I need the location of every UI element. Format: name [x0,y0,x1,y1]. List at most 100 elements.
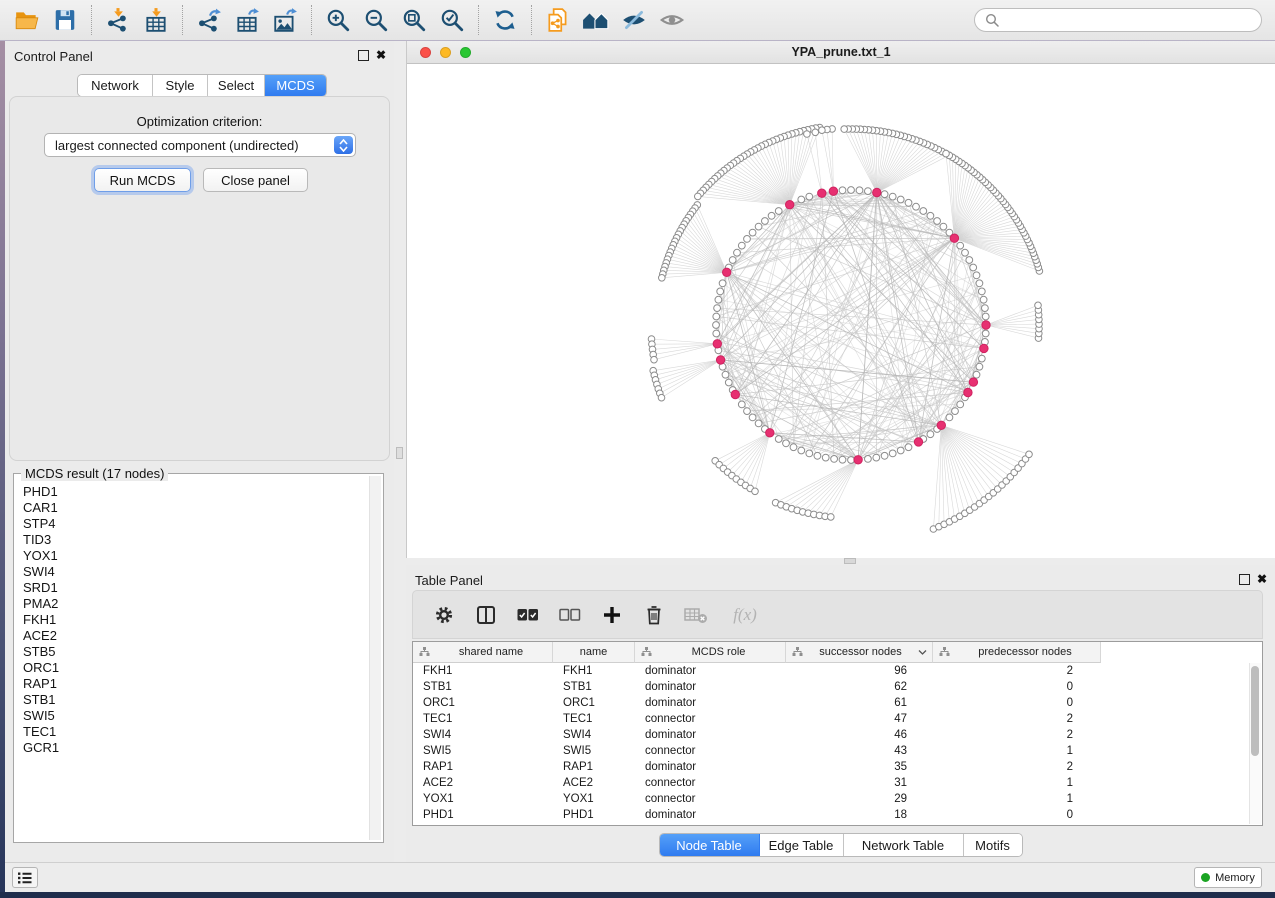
leaf-node[interactable] [1026,451,1033,458]
network-node[interactable] [725,379,732,386]
leaf-node[interactable] [812,129,819,136]
network-node[interactable] [713,322,720,329]
network-node[interactable] [775,436,782,443]
scrollbar-thumb[interactable] [1251,666,1259,756]
mcds-result-item[interactable]: PHD1 [16,484,369,500]
network-node[interactable] [957,242,964,249]
mcds-hub-node[interactable] [937,421,945,429]
leaf-node[interactable] [828,514,835,521]
mcds-result-item[interactable]: GCR1 [16,740,369,756]
network-node[interactable] [831,456,838,463]
export-image-button[interactable] [266,2,304,38]
leaf-node[interactable] [943,150,950,157]
mcds-result-item[interactable]: SWI5 [16,708,369,724]
network-node[interactable] [970,264,977,271]
tab-network[interactable]: Network [78,75,153,96]
leaf-node[interactable] [819,127,826,134]
save-session-button[interactable] [46,2,84,38]
splitter-handle[interactable] [844,558,856,564]
close-panel-button[interactable]: Close panel [203,168,308,192]
search-field[interactable] [974,8,1262,32]
tab-motifs[interactable]: Motifs [964,834,1022,856]
network-node[interactable] [978,355,985,362]
network-node[interactable] [790,444,797,451]
table-row[interactable]: ORC1ORC1dominator610 [413,695,1262,711]
column-header-shared-name[interactable]: shared name [413,642,553,663]
tab-select[interactable]: Select [208,75,265,96]
leaf-node[interactable] [651,356,658,363]
table-row[interactable]: SWI4SWI4dominator462 [413,727,1262,743]
mcds-result-item[interactable]: ORC1 [16,660,369,676]
network-node[interactable] [934,218,941,225]
network-node[interactable] [962,249,969,256]
column-header-MCDS-role[interactable]: MCDS role [635,642,786,663]
mcds-result-item[interactable]: SRD1 [16,580,369,596]
network-node[interactable] [755,223,762,230]
network-node[interactable] [856,187,863,194]
mcds-hub-node[interactable] [873,188,881,196]
show-all-button[interactable] [653,2,691,38]
tab-edge-table[interactable]: Edge Table [760,834,844,856]
network-node[interactable] [865,456,872,463]
table-row[interactable]: TEC1TEC1connector472 [413,711,1262,727]
close-panel-icon[interactable]: ✖ [376,51,386,60]
import-table-button[interactable] [137,2,175,38]
table-row[interactable]: STB1STB1dominator620 [413,679,1262,695]
network-node[interactable] [822,454,829,461]
network-node[interactable] [749,229,756,236]
mcds-result-item[interactable]: TEC1 [16,724,369,740]
network-node[interactable] [755,420,762,427]
network-node[interactable] [927,431,934,438]
export-table-button[interactable] [228,2,266,38]
network-node[interactable] [881,452,888,459]
network-node[interactable] [734,249,741,256]
mcds-list-scrollbar[interactable] [369,476,381,840]
mcds-hub-node[interactable] [980,344,988,352]
network-node[interactable] [806,193,813,200]
network-node[interactable] [897,196,904,203]
network-node[interactable] [865,188,872,195]
network-node[interactable] [713,330,720,337]
network-node[interactable] [717,288,724,295]
network-node[interactable] [714,305,721,312]
network-node[interactable] [976,280,983,287]
mcds-result-item[interactable]: ACE2 [16,628,369,644]
mcds-result-item[interactable]: SWI4 [16,564,369,580]
vertical-splitter[interactable] [394,41,406,862]
refresh-view-button[interactable] [486,2,524,38]
network-node[interactable] [768,212,775,219]
run-mcds-button[interactable]: Run MCDS [94,168,191,192]
network-node[interactable] [783,440,790,447]
network-node[interactable] [719,280,726,287]
leaf-node[interactable] [695,193,702,200]
zoom-in-button[interactable] [319,2,357,38]
select-all-rows-button[interactable] [515,602,541,628]
network-node[interactable] [873,454,880,461]
mcds-result-item[interactable]: TID3 [16,532,369,548]
optimization-criterion-select[interactable]: largest connected component (undirected) [44,133,356,157]
mcds-result-item[interactable]: RAP1 [16,676,369,692]
zoom-out-button[interactable] [357,2,395,38]
network-node[interactable] [744,408,751,415]
network-node[interactable] [749,414,756,421]
float-panel-icon[interactable] [1239,574,1250,585]
network-node[interactable] [905,444,912,451]
network-node[interactable] [715,296,722,303]
network-node[interactable] [966,257,973,264]
mcds-hub-node[interactable] [713,340,721,348]
network-node[interactable] [973,371,980,378]
network-node[interactable] [940,223,947,230]
leaf-node[interactable] [752,488,759,495]
network-node[interactable] [806,450,813,457]
network-node[interactable] [798,196,805,203]
column-header-predecessor-nodes[interactable]: predecessor nodes [933,642,1101,663]
zoom-selected-button[interactable] [433,2,471,38]
network-node[interactable] [722,371,729,378]
mcds-hub-node[interactable] [716,356,724,364]
network-node[interactable] [839,187,846,194]
mcds-hub-node[interactable] [854,456,862,464]
mcds-hub-node[interactable] [766,429,774,437]
network-node[interactable] [976,363,983,370]
network-canvas[interactable] [407,64,1275,558]
network-node[interactable] [982,305,989,312]
